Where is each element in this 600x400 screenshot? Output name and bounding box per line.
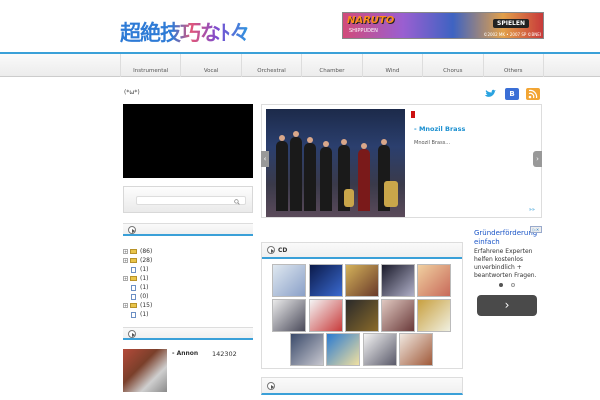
tree-item-count: (1) — [140, 275, 149, 282]
document-icon — [131, 284, 136, 291]
banner-title: NARUTO — [347, 15, 395, 26]
tree-item-count: (1) — [140, 311, 149, 318]
expand-icon[interactable]: + — [123, 303, 128, 308]
featured-more-link[interactable]: »» — [529, 207, 535, 213]
folder-icon — [130, 303, 137, 308]
cd-cover[interactable] — [272, 299, 306, 332]
search-box — [123, 186, 253, 213]
tree-item[interactable]: (1) — [123, 265, 253, 274]
ad-choices-icon[interactable]: ▷✕ — [530, 226, 542, 233]
search-icon[interactable] — [234, 199, 240, 205]
user-thumbnail[interactable] — [123, 349, 167, 392]
folder-icon — [130, 276, 137, 281]
nav-item-chorus[interactable]: Chorus — [423, 54, 484, 77]
user-name[interactable]: - Annon — [172, 350, 198, 357]
tree-item[interactable]: (1) — [123, 310, 253, 319]
bottom-panel-header — [261, 377, 463, 395]
cd-cover[interactable] — [326, 333, 360, 366]
carousel-dot-active[interactable] — [499, 283, 503, 287]
bookmark-b-icon[interactable]: B — [505, 88, 519, 100]
tree-item-count: (1) — [140, 284, 149, 291]
expand-icon[interactable]: + — [123, 249, 128, 254]
cd-cover[interactable] — [345, 299, 379, 332]
cd-cover[interactable] — [381, 299, 415, 332]
banner-subtitle: SHIPPUDEN — [349, 28, 378, 34]
ad-next-button[interactable]: › — [477, 295, 537, 316]
cd-cover[interactable] — [363, 333, 397, 366]
ad-text: Erfahrene Experten helfen kostenlos unve… — [474, 248, 537, 279]
document-icon — [131, 293, 136, 300]
user-panel-header — [123, 327, 253, 340]
document-icon — [131, 266, 136, 273]
twitter-bird-icon[interactable] — [483, 88, 497, 100]
expand-icon[interactable]: + — [123, 258, 128, 263]
nav-item-instrumental[interactable]: Instrumental — [121, 54, 182, 77]
play-circle-icon — [267, 382, 275, 390]
tree-item[interactable]: (1) — [123, 283, 253, 292]
rss-icon[interactable] — [526, 88, 540, 100]
tree-item[interactable]: + (15) — [123, 301, 253, 310]
play-circle-icon — [128, 330, 136, 338]
play-circle-icon — [267, 246, 275, 254]
nav-item-others[interactable]: Others — [484, 54, 544, 77]
search-input[interactable] — [136, 196, 246, 205]
site-logo[interactable]: 超絶技巧なﾄ々 — [120, 18, 296, 46]
cd-cover[interactable] — [417, 264, 451, 297]
main-nav: Instrumental Vocal Orchestral Chamber Wi… — [0, 52, 600, 77]
tree-item[interactable]: (0) — [123, 292, 253, 301]
nav-item-vocal[interactable]: Vocal — [181, 54, 242, 77]
prev-slide-arrow[interactable]: ‹ — [261, 151, 269, 167]
play-circle-icon — [128, 226, 136, 234]
cd-panel-header: CD — [262, 243, 462, 259]
tree-item[interactable]: + (28) — [123, 256, 253, 265]
cd-cover[interactable] — [272, 264, 306, 297]
tree-item[interactable]: + (1) — [123, 274, 253, 283]
video-player[interactable] — [123, 104, 253, 178]
cd-cover[interactable] — [381, 264, 415, 297]
tree-item-count: (0) — [140, 293, 149, 300]
tree-item[interactable]: + (86) — [123, 247, 253, 256]
featured-description: Mnozil Brass... — [414, 140, 451, 146]
expand-icon[interactable]: + — [123, 276, 128, 281]
banner-play-button[interactable]: SPIELEN — [493, 19, 529, 28]
cd-cover[interactable] — [399, 333, 433, 366]
nav-item-wind[interactable]: Wind — [363, 54, 424, 77]
document-icon — [131, 311, 136, 318]
featured-slider: ‹ › - Mnozil Brass Mnozil Brass... »» — [261, 104, 542, 218]
red-marker — [411, 111, 415, 118]
featured-title[interactable]: - Mnozil Brass — [414, 125, 465, 133]
cd-label: CD — [278, 247, 288, 254]
category-tree: + (86) + (28) (1) + (1) (1) (0) + (15) (… — [123, 247, 253, 319]
logo-text: 超絶技巧なﾄ々 — [120, 17, 250, 47]
carousel-dot[interactable] — [511, 283, 515, 287]
kaomoji-text: (*ω*) — [124, 89, 140, 96]
folder-icon — [130, 258, 137, 263]
tree-item-count: (86) — [140, 248, 153, 255]
banner-copyright: ©2002 MK • 2007 SP ©BNEI — [483, 32, 541, 37]
tree-item-count: (28) — [140, 257, 153, 264]
ad-banner[interactable]: NARUTO SHIPPUDEN SPIELEN ©2002 MK • 2007… — [342, 12, 544, 39]
cd-cover[interactable] — [345, 264, 379, 297]
featured-photo[interactable] — [266, 109, 405, 217]
nav-item-orchestral[interactable]: Orchestral — [242, 54, 303, 77]
cd-cover[interactable] — [309, 299, 343, 332]
tree-item-count: (15) — [140, 302, 153, 309]
user-count: 142302 — [212, 350, 237, 358]
next-slide-arrow[interactable]: › — [533, 151, 542, 167]
nav-item-chamber[interactable]: Chamber — [302, 54, 363, 77]
category-panel-header — [123, 223, 253, 236]
cd-cover[interactable] — [309, 264, 343, 297]
cd-cover[interactable] — [417, 299, 451, 332]
folder-icon — [130, 249, 137, 254]
tree-item-count: (1) — [140, 266, 149, 273]
cd-panel: CD — [261, 242, 463, 369]
cd-cover[interactable] — [290, 333, 324, 366]
